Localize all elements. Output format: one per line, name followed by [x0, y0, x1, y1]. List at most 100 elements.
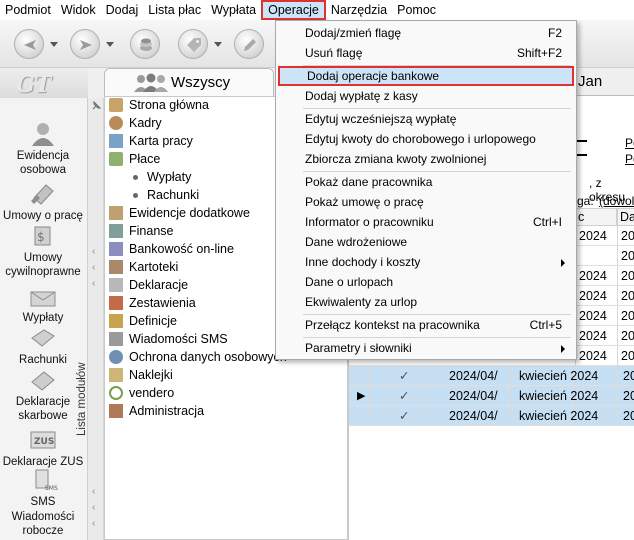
chevron-left-icon[interactable]: ‹: [92, 278, 95, 289]
menu-item-edytuj-wczesniejsza-wyplate[interactable]: Edytuj wcześniejszą wypłatę: [278, 109, 574, 129]
module-label: Ewidencja osobowa: [16, 150, 70, 176]
tree-item-wiadomosci-sms[interactable]: Wiadomości SMS: [109, 330, 228, 348]
menu-item-pokaz-dane-pracownika[interactable]: Pokaż dane pracownika: [278, 172, 574, 192]
module-deklaracje-zus[interactable]: ZUS Deklaracje ZUS: [0, 428, 86, 469]
menu-dodaj[interactable]: Dodaj: [101, 0, 144, 20]
cell-day: 202: [621, 309, 634, 323]
cell-period: 2024: [579, 269, 607, 283]
grid-line: [511, 366, 512, 426]
menu-item-dodaj-zmien-flage[interactable]: Dodaj/zmień flagę F2: [278, 23, 574, 43]
menu-item-przelacz-kontekst[interactable]: Przełącz kontekst na pracownika Ctrl+5: [278, 315, 574, 335]
menu-item-dodaj-wyplate-z-kasy[interactable]: Dodaj wypłatę z kasy: [278, 86, 574, 106]
link-po-2[interactable]: Po: [625, 152, 634, 166]
menu-item-edytuj-kwoty[interactable]: Edytuj kwoty do chorobowego i urlopowego: [278, 129, 574, 149]
menu-lista-plac[interactable]: Lista płac: [143, 0, 206, 20]
work-card-icon: [109, 134, 123, 148]
tree-item-strona-glowna[interactable]: Strona główna: [109, 97, 209, 114]
menu-operacje[interactable]: Operacje: [261, 0, 326, 20]
module-label: Deklaracje skarbowe: [15, 396, 71, 422]
link-po-1[interactable]: Po: [625, 136, 634, 150]
tree-item-rachunki[interactable]: Rachunki: [129, 186, 199, 204]
tab-wszyscy[interactable]: Wszyscy: [104, 68, 274, 96]
menu-item-zbiorcza-zmiana[interactable]: Zbiorcza zmiana kwoty zwolnionej: [278, 149, 574, 169]
check-icon: ✓: [399, 389, 410, 403]
tree-item-ewidencje-dodatkowe[interactable]: Ewidencje dodatkowe: [109, 204, 250, 222]
module-ewidencja-osobowa[interactable]: Ewidencja osobowa: [0, 122, 86, 177]
tree-item-finanse[interactable]: Finanse: [109, 222, 173, 240]
module-rachunki[interactable]: Rachunki: [0, 326, 86, 367]
tag-toolbar-button[interactable]: [178, 29, 208, 59]
module-wyplaty[interactable]: Wypłaty: [0, 284, 86, 325]
menu-item-pokaz-umowe[interactable]: Pokaż umowę o pracę: [278, 192, 574, 212]
module-deklaracje-skarbowe[interactable]: Deklaracje skarbowe: [0, 368, 86, 423]
tree-item-kartoteki[interactable]: Kartoteki: [109, 258, 178, 276]
filter-value[interactable]: (dowolny: [599, 194, 634, 208]
menu-item-inne-dochody[interactable]: Inne dochody i koszty: [278, 252, 574, 272]
bullet-icon: [133, 174, 138, 180]
finance-icon: [109, 224, 123, 238]
edit-toolbar-button[interactable]: [234, 29, 264, 59]
forward-button[interactable]: [70, 29, 100, 59]
payment-toolbar-button[interactable]: [130, 29, 160, 59]
cell-number: 2024/04/: [449, 389, 498, 403]
tree-item-place[interactable]: Płace: [109, 150, 160, 168]
envelope-icon: [30, 291, 56, 307]
tree-item-kadry[interactable]: Kadry: [109, 114, 162, 132]
menu-pomoc[interactable]: Pomoc: [392, 0, 441, 20]
menu-widok[interactable]: Widok: [56, 0, 101, 20]
tree-item-zestawienia[interactable]: Zestawienia: [109, 294, 196, 312]
chevron-left-icon[interactable]: ‹: [92, 518, 95, 529]
menu-item-dodaj-operacje-bankowe[interactable]: Dodaj operacje bankowe: [278, 66, 574, 86]
menu-item-parametry-i-slowniki[interactable]: Parametry i słowniki: [278, 338, 574, 358]
cell-day: 20: [623, 389, 634, 403]
chevron-left-icon[interactable]: ‹: [92, 246, 95, 257]
column-header[interactable]: c: [575, 208, 617, 226]
chevron-left-icon[interactable]: ‹: [92, 262, 95, 273]
menu-item-informator[interactable]: Informator o pracowniku Ctrl+I: [278, 212, 574, 232]
tree-item-definicje[interactable]: Definicje: [109, 312, 177, 330]
cell-day: 202: [621, 349, 634, 363]
bullet-icon: [133, 192, 138, 198]
cell-month: kwiecień 2024: [519, 389, 599, 403]
menu-item-dane-o-urlopach[interactable]: Dane o urlopach: [278, 272, 574, 292]
operacje-dropdown-menu: Dodaj/zmień flagę F2 Usuń flagę Shift+F2 D…: [275, 20, 577, 360]
menu-item-usun-flage[interactable]: Usuń flagę Shift+F2: [278, 43, 574, 63]
modules-list-strip[interactable]: ‹ ‹ ‹ Lista modułów ‹ ‹ ‹: [76, 98, 104, 540]
tree-item-ochrona-danych[interactable]: Ochrona danych osobowych: [109, 348, 287, 366]
menu-item-ekwiwalenty[interactable]: Ekwiwalenty za urlop: [278, 292, 574, 312]
contract-icon: [31, 184, 54, 205]
tree-item-naklejki[interactable]: Naklejki: [109, 366, 173, 384]
back-dropdown-icon[interactable]: [50, 42, 58, 47]
tree-item-vendero[interactable]: vendero: [109, 384, 174, 402]
forward-dropdown-icon[interactable]: [106, 42, 114, 47]
cell-period: 2024: [579, 229, 607, 243]
back-button[interactable]: [14, 29, 44, 59]
tab-jan-label: Jan: [578, 73, 603, 90]
tree-item-karta-pracy[interactable]: Karta pracy: [109, 132, 193, 150]
menu-narzedzia[interactable]: Narzędzia: [326, 0, 392, 20]
tree-item-bankowosc[interactable]: Bankowość on-line: [109, 240, 234, 258]
module-umowy-cywilnoprawne[interactable]: $ Umowy cywilnoprawne: [0, 224, 86, 279]
tree-item-wyplaty[interactable]: Wypłaty: [129, 168, 191, 186]
cell-day: 20: [623, 409, 634, 423]
declarations-icon: [109, 278, 123, 292]
back-arrow-icon: [24, 40, 36, 50]
module-umowy-o-prace[interactable]: Umowy o pracę: [0, 182, 86, 223]
module-label: Wiadomości robocze: [11, 511, 75, 537]
tree-item-administracja[interactable]: Administracja: [109, 402, 204, 420]
menu-wyplata[interactable]: Wypłata: [206, 0, 261, 20]
tree-item-deklaracje[interactable]: Deklaracje: [109, 276, 188, 294]
module-wiadomosci-robocze[interactable]: Wiadomości robocze: [0, 510, 86, 538]
tag-dropdown-icon[interactable]: [214, 42, 222, 47]
menu-item-dane-wdrozeniowe[interactable]: Dane wdrożeniowe: [278, 232, 574, 252]
chevron-left-icon[interactable]: ‹: [92, 486, 95, 497]
chevron-left-icon[interactable]: ‹: [92, 502, 95, 513]
tab-jan[interactable]: Jan: [572, 68, 634, 96]
dropdown-line: [577, 140, 587, 144]
pin-icon[interactable]: [90, 100, 102, 112]
module-sms[interactable]: SMS SMS: [0, 468, 86, 509]
sms-icon-text: SMS: [45, 485, 58, 492]
grid-line: [389, 366, 390, 426]
column-header[interactable]: Da: [617, 208, 634, 226]
menu-podmiot[interactable]: Podmiot: [0, 0, 56, 20]
